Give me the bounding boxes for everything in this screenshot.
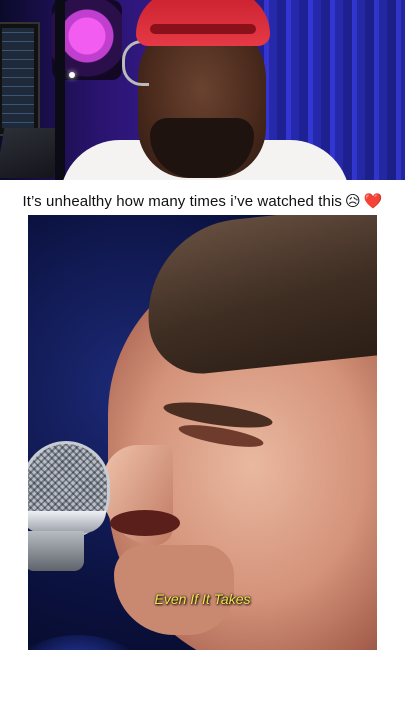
- main-video[interactable]: Even If It Takes: [28, 215, 377, 650]
- caption: It’s unhealthy how many times i’ve watch…: [0, 186, 405, 216]
- singer-hair: [138, 215, 377, 379]
- light-graphic: [69, 72, 75, 78]
- earphone-graphic: [122, 40, 149, 86]
- caption-text: It’s unhealthy how many times i’ve watch…: [22, 192, 343, 210]
- microphone-body: [28, 531, 84, 571]
- sad-face-emoji-icon: 😥: [345, 192, 361, 210]
- video-subtitle: Even If It Takes: [154, 591, 251, 607]
- red-cap: [136, 0, 270, 46]
- laptop-screen: [2, 28, 34, 128]
- singer-chin: [114, 545, 234, 635]
- reaction-video[interactable]: [0, 0, 405, 180]
- singer-mouth: [110, 510, 180, 536]
- mic-stand-graphic: [55, 0, 65, 180]
- cap-band: [150, 24, 256, 34]
- microphone-ring: [28, 511, 106, 533]
- laptop-graphic: [0, 22, 40, 136]
- heart-emoji-icon: ❤️: [363, 192, 383, 210]
- keyboard-graphic: [0, 128, 63, 178]
- blue-light-glow: [28, 635, 158, 650]
